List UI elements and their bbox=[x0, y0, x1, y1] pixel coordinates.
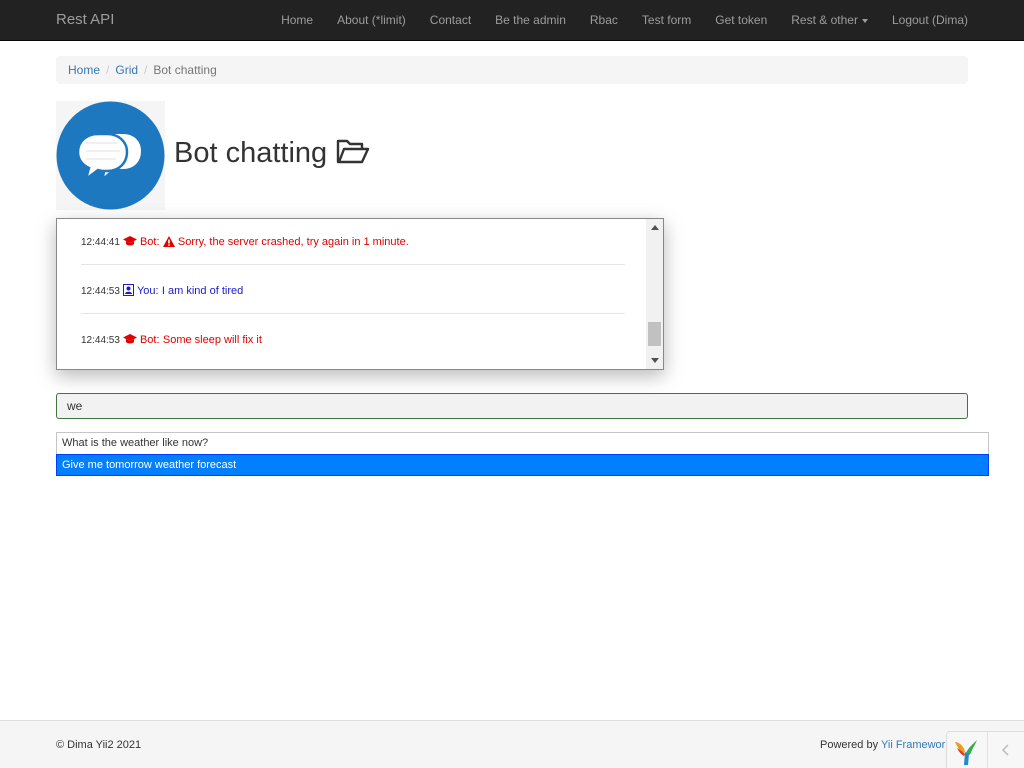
powered-by-text: Powered by bbox=[820, 739, 881, 751]
nav-item-test-form[interactable]: Test form bbox=[630, 0, 703, 40]
message-text: I am kind of tired bbox=[161, 285, 244, 297]
yii-logo-icon[interactable] bbox=[953, 738, 979, 766]
message-time: 12:44:41 bbox=[81, 237, 120, 248]
autocomplete-option-active[interactable]: Give me tomorrow weather forecast bbox=[56, 454, 989, 476]
chat-message-input[interactable] bbox=[56, 393, 968, 419]
nav-item-rbac[interactable]: Rbac bbox=[578, 0, 630, 40]
navbar-menu: Home About (*limit) Contact Be the admin… bbox=[269, 0, 968, 40]
chat-scrollbar[interactable] bbox=[646, 219, 663, 369]
nav-item-be-the-admin[interactable]: Be the admin bbox=[483, 0, 578, 40]
breadcrumb-grid[interactable]: Grid bbox=[115, 63, 138, 77]
breadcrumb-separator: / bbox=[144, 63, 148, 77]
nav-item-home[interactable]: Home bbox=[269, 0, 325, 40]
graduation-cap-icon bbox=[122, 236, 137, 246]
user-icon bbox=[122, 284, 134, 296]
chat-bubbles-icon bbox=[56, 101, 165, 210]
navbar-brand[interactable]: Rest API bbox=[56, 0, 114, 40]
breadcrumb-home[interactable]: Home bbox=[68, 63, 100, 77]
nav-item-get-token[interactable]: Get token bbox=[703, 0, 779, 40]
page-title: Bot chatting bbox=[174, 137, 328, 169]
chat-message: 12:44:53 Bot: Some sleep will fix it bbox=[81, 330, 625, 348]
scroll-up-arrow-icon[interactable] bbox=[646, 219, 663, 236]
nav-item-rest-other-dropdown[interactable]: Rest & other bbox=[779, 0, 880, 40]
chat-message: 12:44:41 Bot: Sorry, the server crashed, … bbox=[81, 232, 625, 250]
caret-down-icon bbox=[861, 18, 868, 23]
footer: © Dima Yii2 2021 Powered by Yii Framewor… bbox=[0, 720, 1024, 768]
autocomplete-list: What is the weather like now? Give me to… bbox=[56, 432, 989, 476]
folder-open-icon[interactable] bbox=[336, 138, 370, 166]
autocomplete-option[interactable]: What is the weather like now? bbox=[57, 433, 988, 454]
graduation-cap-icon bbox=[122, 334, 137, 344]
warning-icon bbox=[162, 236, 175, 247]
nav-item-logout[interactable]: Logout (Dima) bbox=[880, 0, 968, 40]
breadcrumb-separator: / bbox=[106, 63, 110, 77]
breadcrumb: Home / Grid / Bot chatting bbox=[56, 56, 968, 84]
yii-framework-link[interactable]: Yii Framework bbox=[881, 739, 950, 751]
message-time: 12:44:53 bbox=[81, 335, 120, 346]
navbar: Rest API Home About (*limit) Contact Be … bbox=[0, 0, 1024, 41]
message-divider bbox=[81, 264, 625, 265]
scroll-down-arrow-icon[interactable] bbox=[646, 352, 663, 369]
chat-message: 12:44:53 You: I am kind of tired bbox=[81, 281, 625, 299]
chevron-left-icon[interactable] bbox=[997, 741, 1015, 759]
nav-item-contact[interactable]: Contact bbox=[418, 0, 483, 40]
message-text: Sorry, the server crashed, try again in … bbox=[177, 236, 409, 248]
nav-item-rest-other-label: Rest & other bbox=[791, 13, 858, 27]
message-sender: You: bbox=[136, 285, 159, 297]
breadcrumb-active: Bot chatting bbox=[153, 63, 217, 77]
scrollbar-thumb[interactable] bbox=[648, 322, 661, 346]
chat-history[interactable]: 12:44:41 Bot: Sorry, the server crashed, … bbox=[56, 218, 664, 370]
toolbar-divider bbox=[987, 732, 988, 768]
footer-copyright: © Dima Yii2 2021 bbox=[56, 739, 142, 751]
message-divider bbox=[81, 313, 625, 314]
footer-powered-by: Powered by Yii Framework bbox=[820, 739, 950, 751]
message-sender: Bot: bbox=[139, 334, 160, 346]
message-sender: Bot: bbox=[139, 236, 160, 248]
nav-item-about[interactable]: About (*limit) bbox=[325, 0, 418, 40]
message-time: 12:44:53 bbox=[81, 286, 120, 297]
debug-toolbar bbox=[946, 731, 1024, 768]
chat-messages: 12:44:41 Bot: Sorry, the server crashed, … bbox=[57, 219, 647, 369]
message-text: Some sleep will fix it bbox=[162, 334, 262, 346]
